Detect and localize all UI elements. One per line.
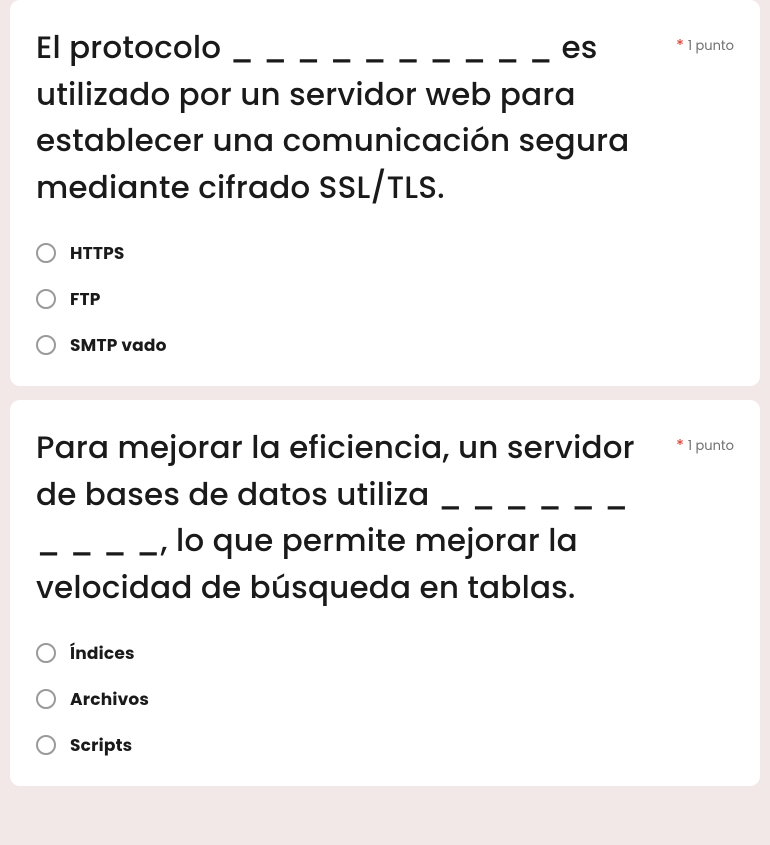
radio-icon — [36, 689, 56, 709]
question-text: El protocolo _ _ _ _ _ _ _ _ _ _ es util… — [36, 24, 676, 210]
required-star-icon: * — [676, 34, 684, 57]
question-text: Para mejorar la eficiencia, un servidor … — [36, 424, 676, 610]
points-label: 1 punto — [688, 36, 734, 55]
question-points: *1 punto — [676, 432, 734, 457]
option-label: Scripts — [70, 732, 132, 758]
option-row[interactable]: Índices — [36, 640, 734, 666]
question-points: *1 punto — [676, 32, 734, 57]
option-row[interactable]: Archivos — [36, 686, 734, 712]
option-row[interactable]: FTP — [36, 286, 734, 312]
radio-icon — [36, 243, 56, 263]
question-header: Para mejorar la eficiencia, un servidor … — [36, 424, 734, 610]
question-header: El protocolo _ _ _ _ _ _ _ _ _ _ es util… — [36, 24, 734, 210]
options-group: Índices Archivos Scripts — [36, 640, 734, 758]
option-row[interactable]: SMTP vado — [36, 332, 734, 358]
question-card: Para mejorar la eficiencia, un servidor … — [10, 400, 760, 786]
option-label: HTTPS — [70, 240, 125, 266]
points-label: 1 punto — [688, 436, 734, 455]
option-row[interactable]: Scripts — [36, 732, 734, 758]
option-row[interactable]: HTTPS — [36, 240, 734, 266]
option-label: Índices — [70, 640, 135, 666]
question-card: El protocolo _ _ _ _ _ _ _ _ _ _ es util… — [10, 0, 760, 386]
options-group: HTTPS FTP SMTP vado — [36, 240, 734, 358]
option-label: FTP — [70, 286, 101, 312]
radio-icon — [36, 735, 56, 755]
radio-icon — [36, 335, 56, 355]
radio-icon — [36, 289, 56, 309]
option-label: Archivos — [70, 686, 149, 712]
option-label: SMTP vado — [70, 332, 167, 358]
radio-icon — [36, 643, 56, 663]
required-star-icon: * — [676, 434, 684, 457]
